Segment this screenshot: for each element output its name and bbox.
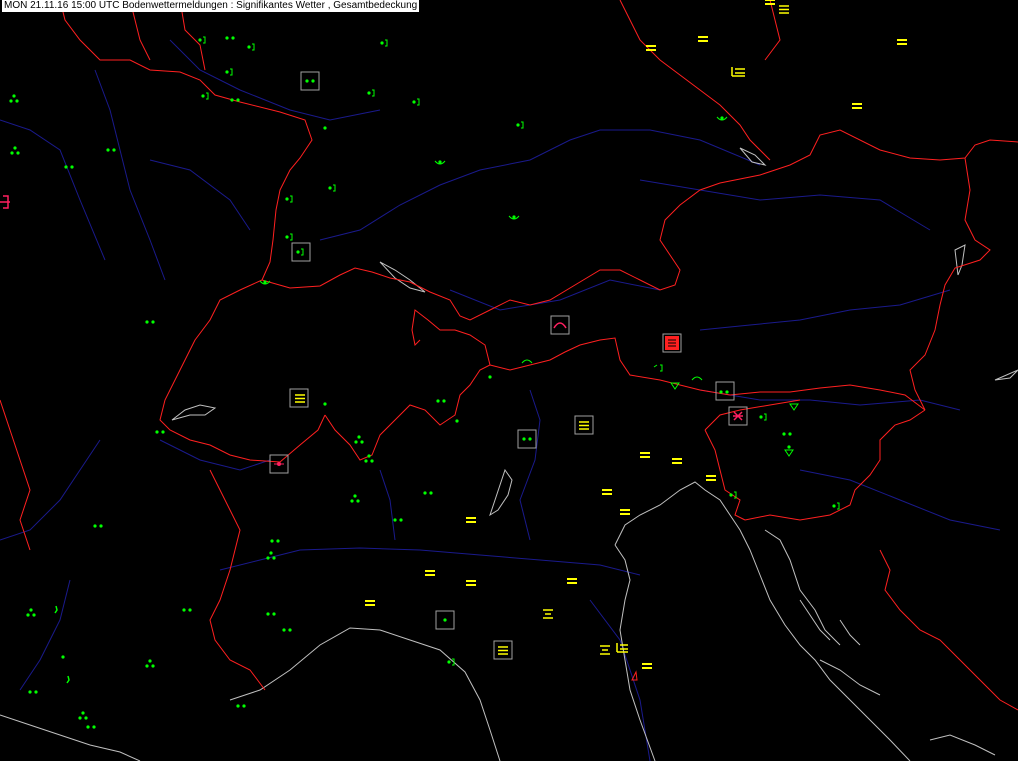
river-east-1 <box>639 179 931 231</box>
border-at-it <box>489 337 926 411</box>
thunderstorm-icon <box>665 336 679 350</box>
border-de-fr-benelux <box>59 0 313 281</box>
west-coast <box>0 714 141 761</box>
fog-framed-icon <box>295 5 789 655</box>
lake-geneva <box>171 404 217 421</box>
thunder-dot-icon <box>274 462 284 466</box>
lightning-arc-icon <box>553 322 567 329</box>
lake-neusiedl <box>954 244 966 276</box>
fog-symbols <box>295 0 907 669</box>
border-de-ch <box>261 129 1018 321</box>
border-west <box>0 399 31 551</box>
thunder-symbols <box>0 195 743 681</box>
fog-sky-visible-icon <box>543 67 745 655</box>
river-sava <box>799 469 1001 531</box>
small-red-marker-icon <box>631 670 638 681</box>
border-si-hr <box>744 409 926 521</box>
lake-garda <box>489 468 513 517</box>
station-frame <box>517 429 537 449</box>
river-inn <box>449 279 661 311</box>
border-at-si <box>704 399 801 431</box>
edge-station-icon <box>0 195 10 209</box>
fog-lines-icon <box>365 0 907 669</box>
border-cz-de <box>619 0 771 161</box>
river-west-3 <box>19 579 71 691</box>
station-frame <box>291 242 311 262</box>
map-canvas <box>0 0 1018 761</box>
island-4 <box>929 734 996 756</box>
river-south <box>589 599 651 761</box>
drizzle-comma-icon <box>54 605 70 684</box>
adriatic-west-coast <box>614 544 656 761</box>
station-frame <box>550 315 570 335</box>
border-hr-south <box>879 549 1018 711</box>
river-adige <box>519 389 541 541</box>
rivers-layer <box>0 39 1001 761</box>
border-ch-fr <box>159 279 326 463</box>
river-neckar <box>149 159 251 231</box>
river-danube <box>319 129 761 241</box>
borders-layer <box>0 0 1018 711</box>
river-ticino <box>379 469 396 541</box>
adriatic-north-coast <box>614 481 911 761</box>
river-rhine-upper <box>94 69 166 281</box>
river-east-2 <box>699 289 951 331</box>
arc-icon <box>521 359 703 381</box>
river-rhone <box>159 439 271 471</box>
island-1 <box>799 599 831 641</box>
rain-vicinity-arc-icon <box>259 116 728 285</box>
map-title: MON 21.11.16 15:00 UTC Bodenwettermeldun… <box>2 0 420 12</box>
rain-symbols <box>9 36 840 729</box>
station-frames <box>269 71 748 660</box>
showers-three-dot-icon <box>9 94 374 720</box>
river-west-1 <box>0 119 106 261</box>
istria <box>764 529 841 646</box>
border-at-hu <box>909 157 991 411</box>
coast-layer <box>0 147 1018 761</box>
station-frame <box>300 71 320 91</box>
island-3 <box>819 659 881 696</box>
island-2 <box>839 619 861 646</box>
station-frame <box>715 381 735 401</box>
lake-balaton <box>994 369 1018 381</box>
river-west-2 <box>0 439 101 541</box>
border-ch-it <box>324 309 491 461</box>
border-ne <box>764 0 781 61</box>
thunderstorm-small-icon <box>733 411 743 421</box>
recent-precip-bracket-icon <box>198 36 840 666</box>
ligurian-coast <box>229 627 501 761</box>
border-fr-it <box>209 469 266 691</box>
weather-map: MON 21.11.16 15:00 UTC Bodenwettermeldun… <box>0 0 1018 761</box>
